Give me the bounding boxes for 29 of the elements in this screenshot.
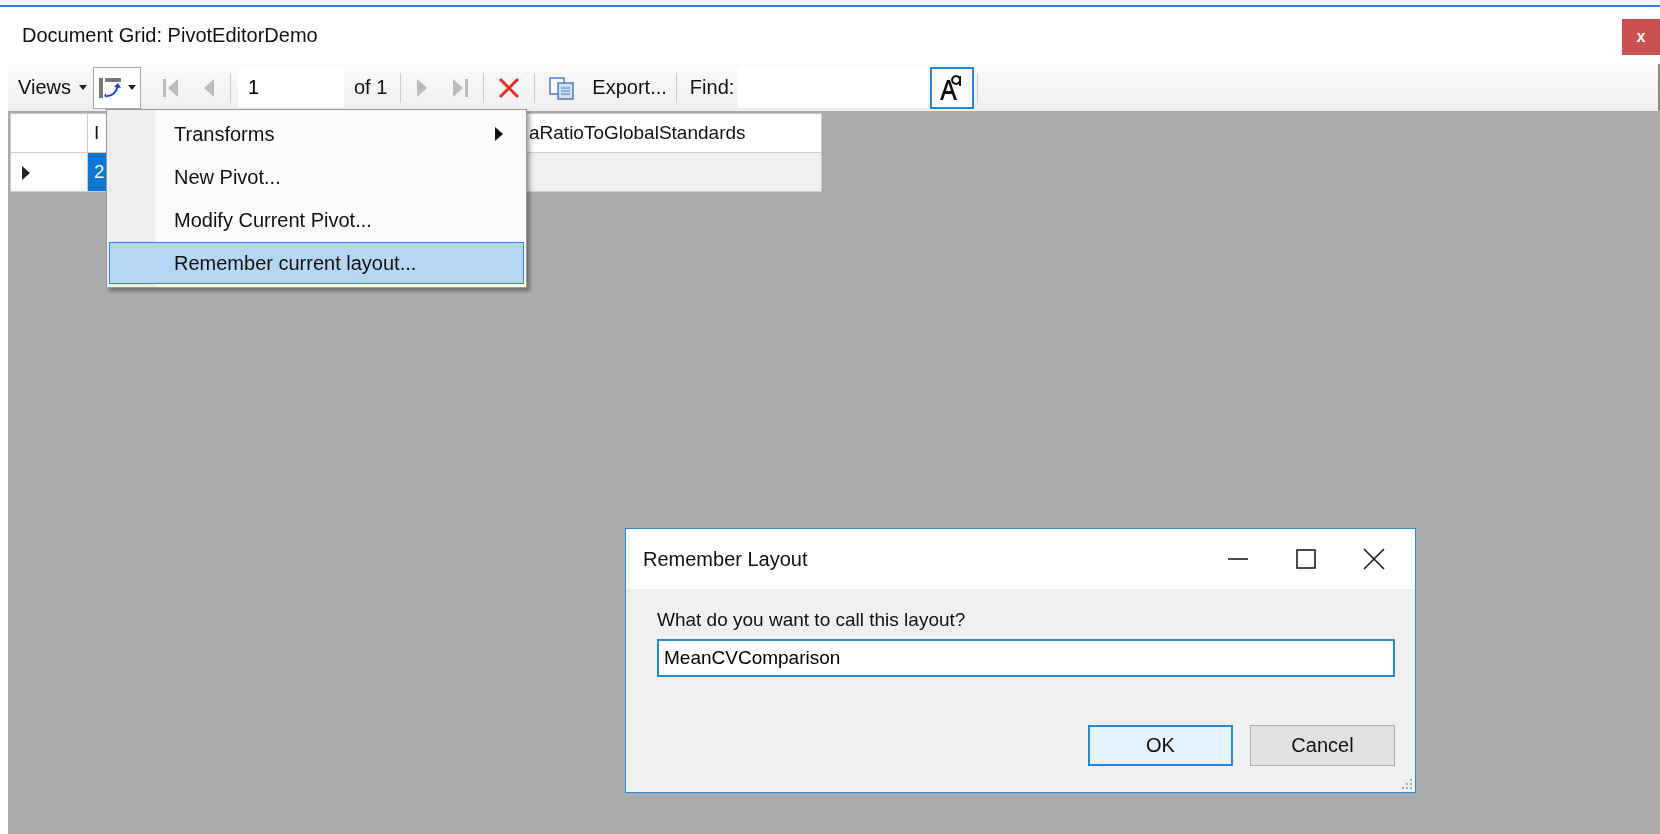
table-cell[interactable]: 2 (88, 153, 108, 191)
last-page-icon[interactable] (450, 76, 471, 99)
delete-icon[interactable] (497, 75, 522, 100)
ok-button[interactable]: OK (1088, 725, 1233, 766)
menu-item[interactable]: Remember current layout... (109, 242, 524, 284)
find-label: Find: (689, 76, 735, 99)
page-count: of 1 (354, 76, 388, 99)
resize-grip-icon[interactable] (1401, 778, 1413, 790)
close-icon[interactable] (1363, 548, 1385, 570)
maximize-icon[interactable] (1295, 548, 1317, 570)
cancel-button[interactable]: Cancel (1250, 725, 1395, 766)
layout-name-field[interactable]: MeanCVComparison (657, 639, 1395, 677)
pivot-dropdown[interactable] (93, 66, 141, 109)
menu-item[interactable]: New Pivot... (109, 156, 524, 198)
caret-icon (128, 85, 136, 90)
menu-item[interactable]: Modify Current Pivot... (109, 199, 524, 241)
window-title: Document Grid: PivotEditorDemo (22, 24, 319, 47)
dialog-title: Remember Layout (643, 547, 809, 571)
copy-icon[interactable] (548, 75, 577, 100)
close-button[interactable]: x (1622, 18, 1660, 55)
page-number-field[interactable]: 1 (238, 68, 344, 107)
first-page-icon[interactable] (161, 76, 181, 99)
prompt-label: What do you want to call this layout? (657, 609, 967, 631)
views-dropdown[interactable]: Views (16, 76, 93, 99)
caret-icon (79, 85, 87, 90)
find-field[interactable] (738, 67, 929, 108)
font-size-button[interactable] (930, 66, 975, 109)
menu-item[interactable]: Transforms (109, 113, 524, 155)
export-button[interactable]: Export... (586, 76, 673, 99)
